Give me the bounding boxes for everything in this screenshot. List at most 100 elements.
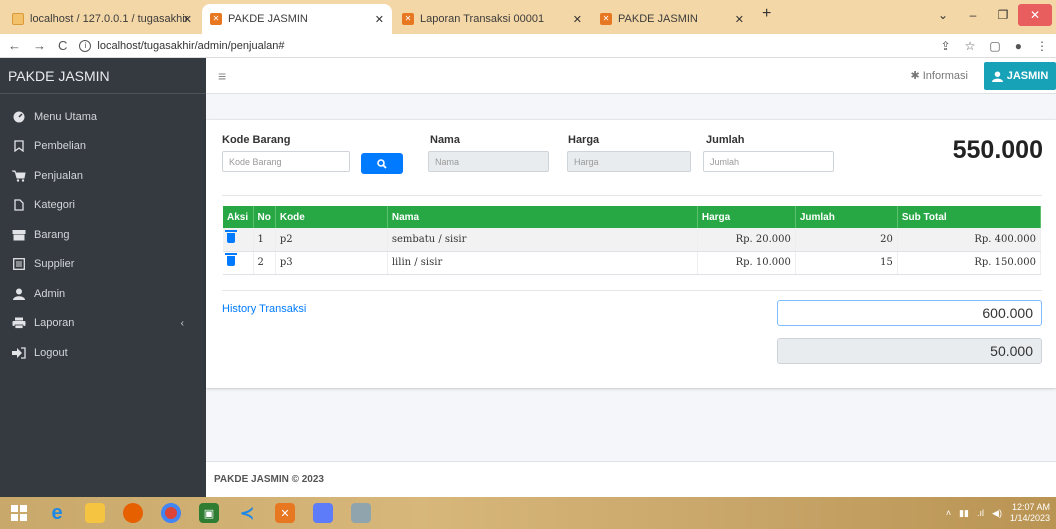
column-header-jumlah: Jumlah — [795, 206, 898, 228]
reload-button[interactable]: C — [58, 38, 67, 53]
sidebar-item-logout[interactable]: Logout — [0, 338, 206, 368]
url-field[interactable]: i localhost/tugasakhir/admin/penjualan# — [79, 39, 940, 52]
tab-bar: localhost / 127.0.0.1 / tugasakhir ✕ ✕ P… — [0, 0, 1056, 34]
nama-input[interactable]: Nama — [428, 151, 549, 172]
brand-link[interactable]: PAKDE JASMIN — [0, 58, 206, 94]
row-kode: p3 — [275, 251, 388, 275]
delete-cell — [223, 251, 254, 275]
close-icon[interactable]: ✕ — [183, 13, 192, 26]
clock-time: 12:07 AM — [1011, 502, 1050, 512]
taskbar-chrome[interactable] — [152, 497, 190, 529]
harga-input[interactable]: Harga — [567, 151, 691, 172]
hamburger-menu-icon[interactable]: ≡ — [218, 68, 226, 84]
divider — [222, 195, 1042, 196]
user-button[interactable]: JASMIN — [984, 62, 1056, 90]
kebab-menu-icon[interactable]: ⋮ — [1036, 39, 1048, 53]
history-transaksi-link[interactable]: History Transaksi — [222, 303, 306, 315]
column-header-aksi: Aksi — [223, 206, 254, 228]
back-button[interactable]: ← — [8, 38, 21, 53]
trash-icon[interactable] — [225, 229, 237, 243]
sidebar: PAKDE JASMIN Menu Utama Pembelian Penjua… — [0, 58, 206, 497]
chevron-up-icon[interactable]: ˄ — [946, 508, 951, 518]
signal-icon[interactable]: .ıl — [977, 508, 984, 518]
volume-icon[interactable]: ◀) — [992, 508, 1002, 519]
forward-button[interactable]: → — [33, 38, 46, 53]
close-icon[interactable]: ✕ — [573, 13, 582, 26]
chevron-down-icon[interactable]: ⌄ — [928, 8, 958, 22]
share-icon[interactable]: ⇪ — [941, 39, 951, 53]
print-icon — [12, 317, 26, 330]
monitor-icon — [351, 503, 371, 523]
table-row: 2 p3 lilin / sisir Rp. 10.000 15 Rp. 150… — [223, 251, 1042, 275]
browser-actions: ⇪ ☆ ▢ ● ⋮ — [941, 39, 1048, 53]
star-icon[interactable]: ☆ — [965, 39, 976, 53]
row-nama: lilin / sisir — [387, 251, 698, 275]
clock[interactable]: 12:07 AM 1/14/2023 — [1010, 502, 1050, 524]
footer: PAKDE JASMIN © 2023 — [206, 461, 1056, 497]
taskbar-app[interactable] — [304, 497, 342, 529]
xampp-icon: ✕ — [210, 13, 222, 25]
tab-pakde-jasmin-active[interactable]: ✕ PAKDE JASMIN ✕ — [202, 4, 392, 34]
tab-laporan-transaksi[interactable]: ✕ Laporan Transaksi 00001 ✕ — [394, 4, 590, 34]
sidebar-item-label: Penjualan — [34, 169, 83, 182]
taskbar-monitor[interactable] — [342, 497, 380, 529]
chrome-icon — [161, 503, 181, 523]
network-icon[interactable]: ▮▮ — [959, 508, 969, 519]
sidebar-item-label: Menu Utama — [34, 110, 97, 123]
bayar-input[interactable]: 600.000 — [777, 300, 1042, 326]
tab-phpmyadmin[interactable]: localhost / 127.0.0.1 / tugasakhir ✕ — [4, 4, 200, 34]
sidebar-item-laporan[interactable]: Laporan ‹ — [0, 309, 206, 339]
row-harga: Rp. 10.000 — [697, 251, 796, 275]
search-button[interactable] — [361, 153, 403, 174]
column-header-nama: Nama — [387, 206, 698, 228]
new-tab-button[interactable]: + — [762, 5, 771, 23]
sidebar-item-menu-utama[interactable]: Menu Utama — [0, 102, 206, 132]
row-no: 1 — [253, 228, 276, 252]
taskbar-firefox[interactable] — [114, 497, 152, 529]
internet-explorer-icon: e — [51, 501, 63, 524]
user-name: JASMIN — [1006, 70, 1049, 82]
xampp-icon: ✕ — [402, 13, 414, 25]
app-area: PAKDE JASMIN Menu Utama Pembelian Penjua… — [0, 58, 1056, 497]
taskbar-vscode[interactable]: ≺ — [228, 497, 266, 529]
taskbar-store[interactable]: ▣ — [190, 497, 228, 529]
maximize-button[interactable]: ❐ — [988, 8, 1018, 22]
sidebar-item-label: Laporan — [34, 317, 75, 330]
informasi-button[interactable]: ✱ Informasi — [910, 69, 968, 82]
close-icon[interactable]: ✕ — [735, 13, 744, 26]
kode-barang-input[interactable]: Kode Barang — [222, 151, 350, 172]
store-icon: ▣ — [199, 503, 219, 523]
sidebar-item-label: Admin — [34, 287, 66, 300]
row-subtotal: Rp. 150.000 — [897, 251, 1042, 275]
sidebar-item-penjualan[interactable]: Penjualan — [0, 161, 206, 191]
tab-label: PAKDE JASMIN — [228, 13, 308, 25]
sidebar-item-supplier[interactable]: Supplier — [0, 250, 206, 280]
informasi-label: Informasi — [922, 70, 968, 82]
jumlah-input[interactable]: Jumlah — [703, 151, 834, 172]
dashboard-icon — [12, 111, 26, 123]
site-info-icon[interactable]: i — [79, 39, 92, 52]
sidepanel-icon[interactable]: ▢ — [989, 39, 1000, 53]
trash-icon[interactable] — [225, 253, 237, 266]
taskbar-xampp[interactable]: ✕ — [266, 497, 304, 529]
minimize-button[interactable]: – — [958, 8, 988, 22]
taskbar-ie[interactable]: e — [38, 497, 76, 529]
logout-icon — [12, 347, 26, 359]
app-icon — [313, 503, 333, 523]
vscode-icon: ≺ — [239, 502, 255, 523]
close-icon[interactable]: ✕ — [375, 13, 384, 26]
start-button[interactable] — [0, 497, 38, 529]
harga-label: Harga — [568, 134, 600, 146]
taskbar-explorer[interactable] — [76, 497, 114, 529]
phpmyadmin-icon — [12, 13, 24, 25]
sidebar-item-admin[interactable]: Admin — [0, 279, 206, 309]
window-close-button[interactable]: ✕ — [1018, 4, 1052, 26]
jumlah-label: Jumlah — [706, 134, 745, 146]
sidebar-item-kategori[interactable]: Kategori — [0, 191, 206, 221]
sidebar-item-label: Pembelian — [34, 140, 86, 153]
sidebar-item-pembelian[interactable]: Pembelian — [0, 132, 206, 162]
profile-icon[interactable]: ● — [1015, 39, 1022, 53]
tab-pakde-jasmin[interactable]: ✕ PAKDE JASMIN ✕ — [592, 4, 752, 34]
kembali-field: 50.000 — [777, 338, 1042, 364]
sidebar-item-barang[interactable]: Barang — [0, 220, 206, 250]
